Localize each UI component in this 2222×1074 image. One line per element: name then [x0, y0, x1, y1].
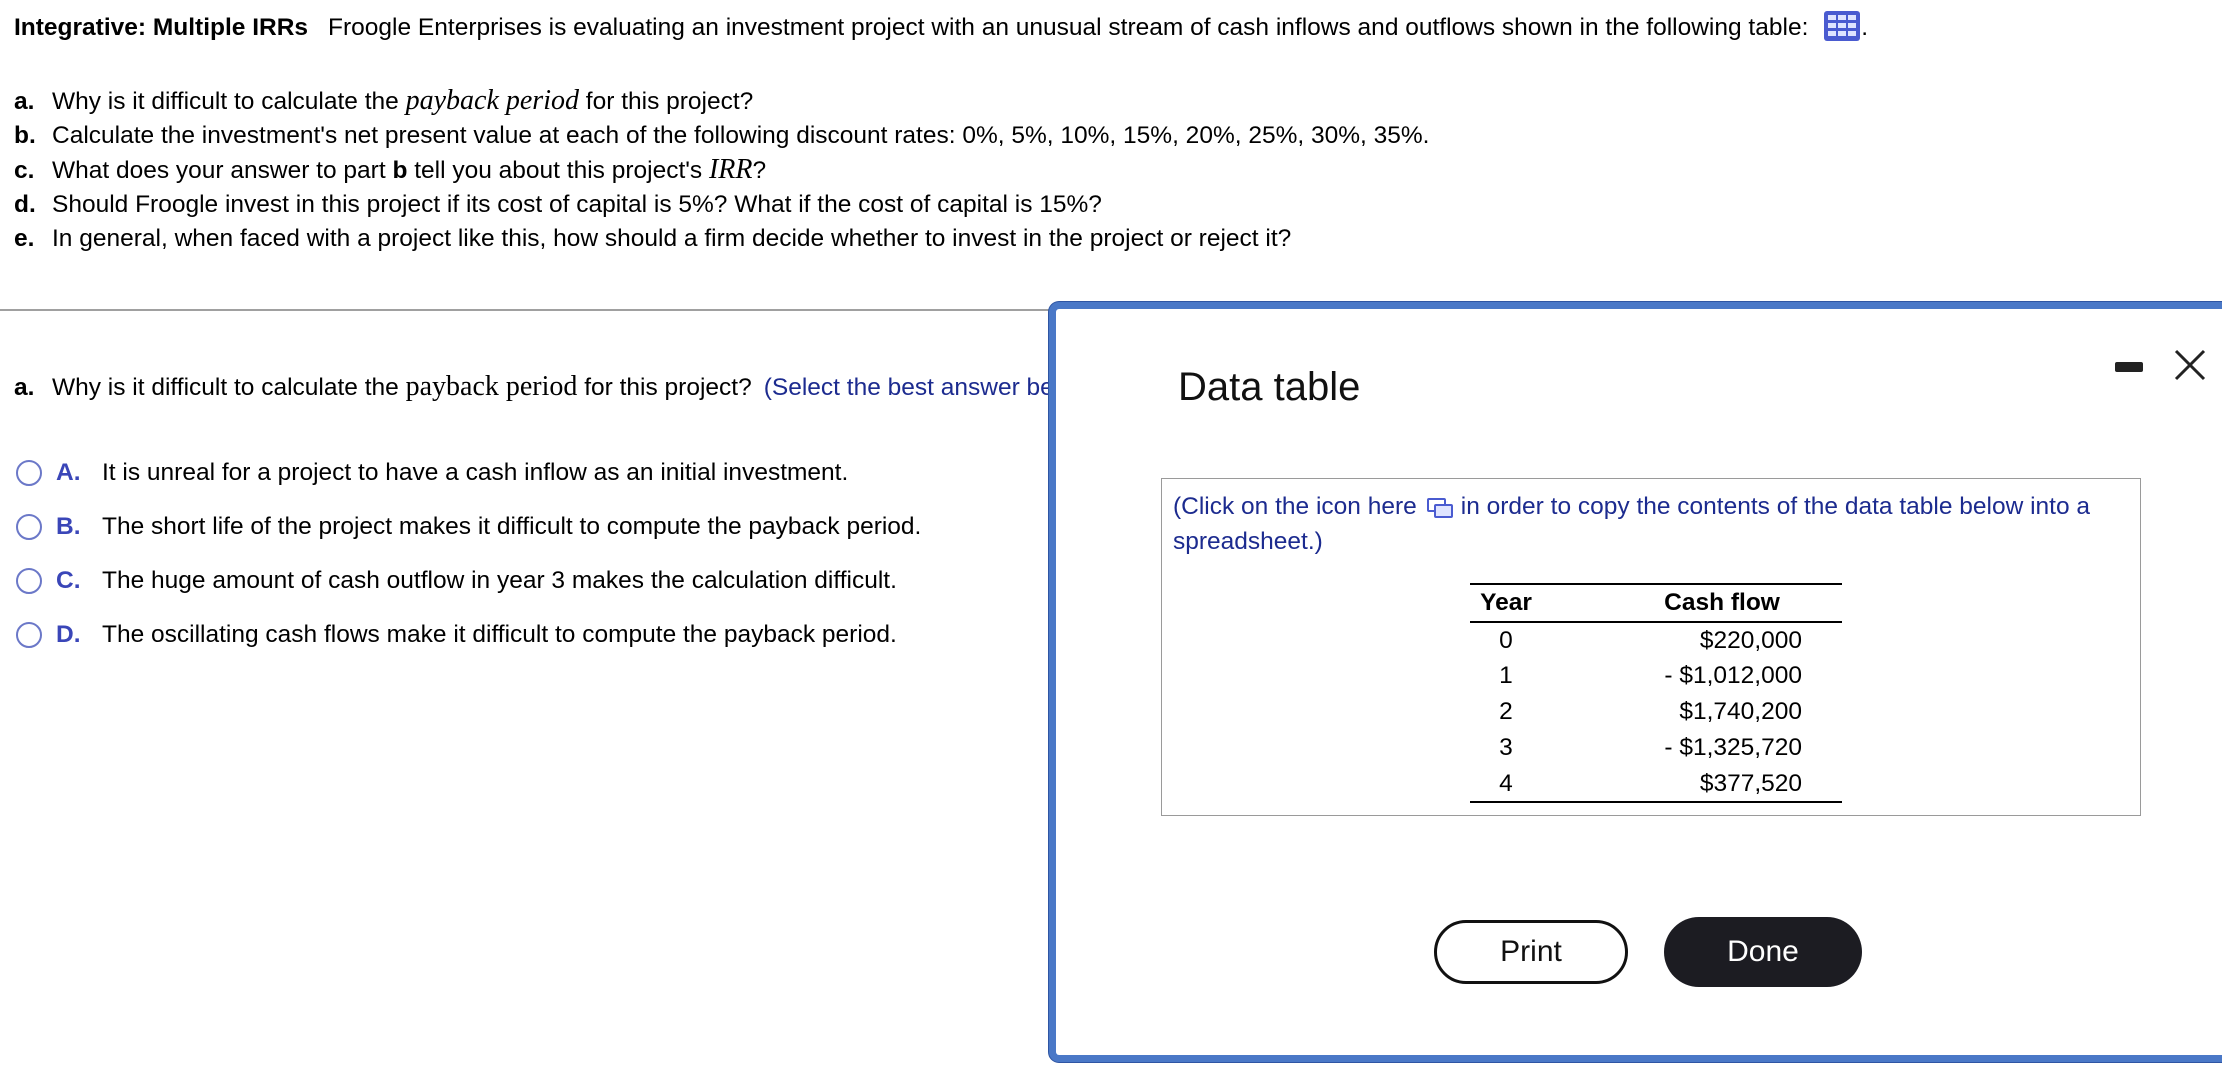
question-text: for this project?	[578, 88, 754, 115]
answer-options: A. It is unreal for a project to have a …	[16, 446, 921, 662]
table-row: 1 - $1,012,000	[1470, 658, 1842, 694]
question-text: Why is it difficult to calculate the	[52, 374, 406, 401]
question-d: d. Should Froogle invest in this project …	[14, 188, 1429, 222]
question-letter: c.	[14, 157, 35, 184]
question-part-ref: b	[392, 157, 408, 184]
cash-flow-cell: $1,740,200	[1679, 698, 1802, 725]
year-cell: 0	[1499, 626, 1513, 654]
year-cell: 4	[1470, 766, 1542, 803]
problem-intro: Integrative: Multiple IRRs Froogle Enterp…	[14, 10, 1868, 44]
question-text: ?	[752, 157, 767, 184]
option-text: The huge amount of cash outflow in year …	[102, 567, 897, 594]
data-table-dialog: Data table (Click on the icon here in or…	[1049, 302, 2222, 1062]
copy-note-text: (Click on the icon here	[1173, 493, 1417, 520]
page: Integrative: Multiple IRRs Froogle Enterp…	[0, 0, 2222, 1074]
question-text: Why is it difficult to calculate the	[52, 88, 406, 115]
column-header-cash-flow: Cash flow	[1542, 583, 1842, 623]
option-text: The oscillating cash flows make it diffi…	[102, 621, 897, 648]
option-letter: D.	[56, 621, 81, 648]
question-text: for this project?	[577, 374, 752, 401]
intro-tail: .	[1861, 14, 1868, 41]
option-b[interactable]: B. The short life of the project makes i…	[16, 500, 921, 554]
close-icon[interactable]	[2170, 345, 2210, 385]
question-text: Should Froogle invest in this project if…	[52, 191, 1102, 218]
question-letter: a.	[14, 88, 35, 115]
question-c: c. What does your answer to part b tell y…	[14, 153, 1429, 188]
option-a[interactable]: A. It is unreal for a project to have a …	[16, 446, 921, 500]
radio-button[interactable]	[16, 460, 42, 486]
dialog-title: Data table	[1178, 365, 1361, 409]
question-term: payback period	[405, 85, 579, 116]
problem-title: Integrative: Multiple IRRs	[14, 14, 309, 41]
cash-flow-cell: $220,000	[1699, 626, 1802, 654]
table-row: 4 $377,520	[1470, 766, 1842, 803]
print-button[interactable]: Print	[1434, 920, 1628, 984]
table-row: 2 $1,740,200	[1470, 694, 1842, 730]
radio-button[interactable]	[16, 514, 42, 540]
problem-intro-text: Froogle Enterprises is evaluating an inv…	[328, 14, 1809, 41]
data-table-panel: (Click on the icon here in order to copy…	[1161, 478, 2141, 816]
answer-hint: (Select the best answer below.)	[763, 374, 1054, 401]
cash-flow-table: Year Cash flow 0 $220,000 1 - $1,012,000…	[1470, 583, 1842, 803]
radio-button[interactable]	[16, 622, 42, 648]
table-header-row: Year Cash flow	[1470, 583, 1842, 623]
table-row: 3 - $1,325,720	[1470, 730, 1842, 766]
radio-button[interactable]	[16, 568, 42, 594]
done-button[interactable]: Done	[1664, 917, 1862, 987]
question-e: e. In general, when faced with a project …	[14, 222, 1429, 256]
question-a: a. Why is it difficult to calculate the p…	[14, 84, 1429, 119]
option-letter: B.	[56, 513, 81, 540]
year-cell: 2	[1499, 698, 1513, 725]
question-term: IRR	[708, 154, 753, 185]
question-text: In general, when faced with a project li…	[52, 225, 1292, 252]
question-text: What does your answer to part	[52, 157, 393, 184]
table-grid-icon[interactable]	[1823, 10, 1861, 42]
question-term: payback period	[405, 371, 578, 402]
question-letter: a.	[14, 374, 35, 401]
year-cell: 1	[1499, 662, 1513, 689]
option-c[interactable]: C. The huge amount of cash outflow in ye…	[16, 554, 921, 608]
question-letter: b.	[14, 122, 36, 149]
question-letter: d.	[14, 191, 36, 218]
part-a-question: a. Why is it difficult to calculate the p…	[14, 370, 1054, 405]
column-header-year: Year	[1470, 583, 1542, 623]
table-row: 0 $220,000	[1470, 622, 1842, 658]
option-text: The short life of the project makes it d…	[102, 513, 922, 540]
option-letter: A.	[56, 459, 81, 486]
option-letter: C.	[56, 567, 81, 594]
section-divider	[0, 309, 1060, 311]
question-text: Calculate the investment's net present v…	[52, 122, 1430, 149]
copy-instructions: (Click on the icon here in order to copy…	[1173, 489, 2133, 559]
question-letter: e.	[14, 225, 35, 252]
copy-to-spreadsheet-icon[interactable]	[1426, 497, 1453, 519]
option-d[interactable]: D. The oscillating cash flows make it di…	[16, 608, 921, 662]
question-text: tell you about this project's	[407, 157, 709, 184]
minimize-icon[interactable]	[2115, 362, 2143, 372]
option-text: It is unreal for a project to have a cas…	[102, 459, 849, 486]
year-cell: 3	[1499, 734, 1513, 761]
question-b: b. Calculate the investment's net present…	[14, 119, 1429, 153]
cash-flow-cell: $377,520	[1542, 766, 1842, 803]
cash-flow-cell: - $1,012,000	[1664, 662, 1802, 689]
cash-flow-cell: - $1,325,720	[1664, 734, 1802, 761]
question-list: a. Why is it difficult to calculate the p…	[14, 84, 1429, 256]
